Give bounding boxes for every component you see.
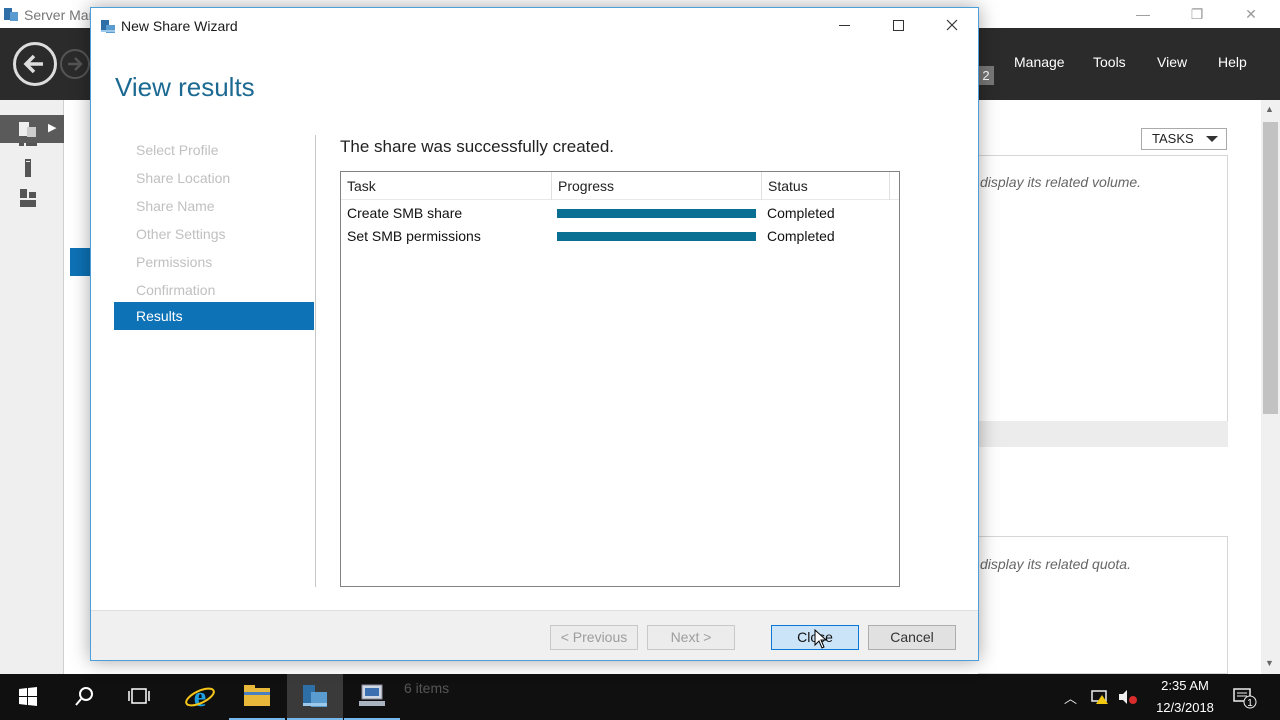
task-cell: Set SMB permissions xyxy=(347,228,481,244)
server-manager-title: Server Mar xyxy=(24,7,94,23)
steps-divider xyxy=(315,135,316,587)
wizard-close-button[interactable] xyxy=(929,8,975,42)
table-row[interactable]: Create SMB share Completed xyxy=(341,202,899,225)
result-message: The share was successfully created. xyxy=(340,137,615,156)
clock-date[interactable]: 12/3/2018 xyxy=(1140,700,1230,715)
clock-time[interactable]: 2:35 AM xyxy=(1140,678,1230,693)
close-icon xyxy=(946,19,958,31)
wizard-titlebar[interactable]: New Share Wizard xyxy=(91,8,978,44)
action-center-icon[interactable]: 1 xyxy=(1232,687,1258,709)
column-status[interactable]: Status xyxy=(762,172,890,200)
network-warning-icon[interactable] xyxy=(1090,689,1110,705)
forward-button[interactable] xyxy=(60,49,90,79)
menu-view[interactable]: View xyxy=(1157,54,1187,70)
folder-icon xyxy=(244,685,270,706)
results-table-header: Task Progress Status xyxy=(341,172,899,200)
notification-badge[interactable]: 2 xyxy=(978,66,994,85)
task-view-icon xyxy=(128,688,150,704)
scrollbar-thumb[interactable] xyxy=(1263,122,1278,414)
server-manager-icon xyxy=(303,685,327,707)
menu-help[interactable]: Help xyxy=(1218,54,1247,70)
step-confirmation: Confirmation xyxy=(136,282,216,298)
column-progress[interactable]: Progress xyxy=(552,172,762,200)
next-button[interactable]: Next > xyxy=(647,625,735,650)
minimize-icon xyxy=(839,25,850,26)
arrow-right-icon xyxy=(68,57,83,71)
quota-hint-text: display its related quota. xyxy=(980,556,1131,572)
volume-muted-icon[interactable] xyxy=(1117,689,1139,705)
restore-button[interactable]: ❐ xyxy=(1174,2,1220,26)
search-icon xyxy=(75,687,93,706)
arrow-left-icon xyxy=(23,54,43,74)
progress-bar-fill xyxy=(557,209,756,218)
local-server-icon[interactable] xyxy=(18,158,38,178)
back-button[interactable] xyxy=(13,42,57,86)
menu-manage[interactable]: Manage xyxy=(1014,54,1065,70)
close-window-button[interactable]: ✕ xyxy=(1228,2,1274,26)
internet-explorer-button[interactable]: e xyxy=(172,674,228,720)
windows-logo-icon xyxy=(19,687,37,706)
start-button[interactable] xyxy=(0,674,56,720)
scroll-up-icon[interactable]: ▲ xyxy=(1265,104,1274,114)
tasks-dropdown[interactable]: TASKS xyxy=(1141,128,1227,150)
step-permissions: Permissions xyxy=(136,254,213,270)
task-cell: Create SMB share xyxy=(347,205,463,221)
expand-arrow-icon[interactable]: ▶ xyxy=(48,121,56,134)
server-manager-taskbar-button[interactable] xyxy=(287,674,343,720)
status-cell: Completed xyxy=(767,205,835,221)
scroll-down-icon[interactable]: ▼ xyxy=(1265,658,1274,668)
minimize-button[interactable]: — xyxy=(1120,2,1166,26)
svg-text:e: e xyxy=(194,682,206,713)
mouse-cursor-icon xyxy=(814,629,828,649)
file-explorer-button[interactable] xyxy=(229,674,285,720)
notification-count: 1 xyxy=(1247,698,1253,709)
tasks-label: TASKS xyxy=(1152,131,1194,146)
remote-app-taskbar-button[interactable] xyxy=(344,674,400,720)
results-table: Task Progress Status Create SMB share Com… xyxy=(340,171,900,587)
progress-bar xyxy=(557,232,756,241)
progress-bar xyxy=(557,209,756,218)
server-manager-icon xyxy=(4,8,18,21)
menu-tools[interactable]: Tools xyxy=(1093,54,1126,70)
search-button[interactable] xyxy=(56,674,112,720)
status-cell: Completed xyxy=(767,228,835,244)
volume-hint-text: display its related volume. xyxy=(980,174,1142,190)
new-share-wizard-dialog: New Share Wizard View results Select Pro… xyxy=(90,7,979,661)
volume-panel-footer xyxy=(978,421,1228,447)
step-share-location: Share Location xyxy=(136,170,231,186)
wizard-page-heading: View results xyxy=(115,72,255,102)
wizard-title: New Share Wizard xyxy=(121,18,238,34)
tray-chevron-up-icon[interactable]: ︿ xyxy=(1064,688,1077,707)
step-results[interactable]: Results xyxy=(114,302,314,330)
share-wizard-icon xyxy=(101,20,115,33)
step-other-settings: Other Settings xyxy=(136,226,226,242)
maximize-icon xyxy=(893,20,904,31)
column-task[interactable]: Task xyxy=(341,172,552,200)
selected-subnav-item[interactable] xyxy=(70,248,92,276)
table-row[interactable]: Set SMB permissions Completed xyxy=(341,225,899,248)
cancel-button[interactable]: Cancel xyxy=(868,625,956,650)
status-items-count: 6 items xyxy=(404,680,450,696)
task-view-button[interactable] xyxy=(112,674,168,720)
computer-icon xyxy=(359,684,385,706)
all-servers-icon[interactable] xyxy=(18,188,38,208)
internet-explorer-icon: e xyxy=(185,682,215,713)
step-share-name: Share Name xyxy=(136,198,215,214)
chevron-down-icon xyxy=(1206,136,1218,142)
server-manager-nav xyxy=(0,100,64,674)
volume-panel xyxy=(978,155,1228,447)
step-select-profile: Select Profile xyxy=(136,142,219,158)
previous-button[interactable]: < Previous xyxy=(550,625,638,650)
file-storage-icon xyxy=(19,122,36,137)
progress-bar-fill xyxy=(557,232,756,241)
